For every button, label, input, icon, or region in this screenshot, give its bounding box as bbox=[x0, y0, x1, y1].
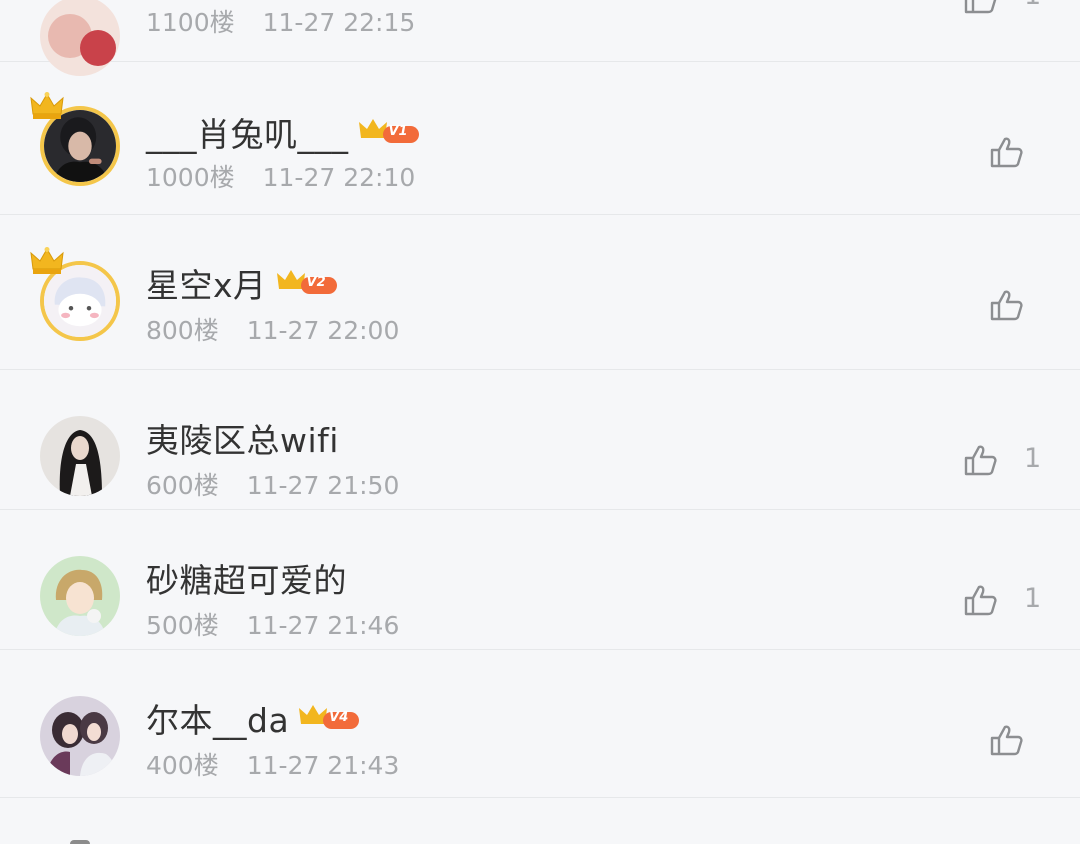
comment-row[interactable] bbox=[0, 798, 1080, 844]
avatar[interactable] bbox=[70, 840, 90, 844]
avatar[interactable] bbox=[40, 556, 124, 640]
comment-row[interactable]: 星空x月 V2 800楼 11-27 22:00 bbox=[0, 215, 1080, 370]
comment-row[interactable]: 尔本__da V4 400楼 11-27 21:43 bbox=[0, 650, 1080, 798]
comment-row[interactable]: 夷陵区总wifi 600楼 11-27 21:50 1 bbox=[0, 370, 1080, 510]
comment-meta: 400楼 11-27 21:43 bbox=[146, 746, 399, 782]
comment-meta: 600楼 11-27 21:50 bbox=[146, 466, 399, 502]
vip-level: V4 bbox=[329, 710, 349, 725]
thumbs-up-icon[interactable] bbox=[988, 287, 1024, 323]
comment-time: 11-27 21:46 bbox=[246, 611, 400, 640]
floor-number: 800楼 bbox=[146, 316, 219, 345]
comment-time: 11-27 21:43 bbox=[246, 751, 400, 780]
comment-meta: 1000楼 11-27 22:10 bbox=[146, 158, 415, 194]
username[interactable]: 星空x月 bbox=[146, 259, 267, 307]
vip-badge-icon: V4 bbox=[299, 704, 361, 732]
vip-level: V2 bbox=[306, 275, 326, 290]
like-count: 1 bbox=[1024, 443, 1042, 474]
comment-meta: 800楼 11-27 22:00 bbox=[146, 311, 399, 347]
floor-number: 1000楼 bbox=[146, 163, 235, 192]
avatar[interactable] bbox=[40, 696, 124, 780]
like-count: 1 bbox=[1024, 583, 1042, 614]
like-count: 1 bbox=[1024, 0, 1041, 11]
name-line: 砂糖超可爱的 bbox=[146, 556, 347, 600]
comment-row[interactable]: ___肖兔叽___ V1 1000楼 11-27 22:10 bbox=[0, 62, 1080, 215]
thumbs-up-icon[interactable] bbox=[962, 582, 998, 618]
comment-meta: 500楼 11-27 21:46 bbox=[146, 606, 399, 642]
crown-icon bbox=[30, 92, 64, 119]
username[interactable]: ___肖兔叽___ bbox=[146, 108, 349, 156]
name-line: 夷陵区总wifi bbox=[146, 416, 339, 460]
floor-number: 600楼 bbox=[146, 471, 219, 500]
comment-time: 11-27 22:15 bbox=[262, 8, 416, 37]
name-line: ___肖兔叽___ V1 bbox=[146, 110, 421, 154]
username[interactable]: 砂糖超可爱的 bbox=[146, 554, 347, 602]
floor-number: 500楼 bbox=[146, 611, 219, 640]
vip-badge-icon: V2 bbox=[276, 269, 339, 297]
name-line: 尔本__da V4 bbox=[146, 696, 361, 740]
avatar[interactable] bbox=[30, 92, 124, 190]
comment-list: 1100楼 11-27 22:15 1 bbox=[0, 0, 1080, 844]
vip-badge-icon: V1 bbox=[358, 118, 421, 146]
avatar[interactable] bbox=[30, 247, 124, 345]
comment-time: 11-27 22:10 bbox=[262, 163, 416, 192]
avatar[interactable] bbox=[40, 416, 124, 500]
vip-level: V1 bbox=[388, 124, 408, 139]
comment-row[interactable]: 1100楼 11-27 22:15 1 bbox=[0, 0, 1080, 76]
floor-number: 1100楼 bbox=[146, 8, 235, 37]
crown-icon bbox=[30, 247, 64, 274]
thumbs-up-icon[interactable] bbox=[988, 722, 1024, 758]
floor-number: 400楼 bbox=[146, 751, 219, 780]
thumbs-up-icon[interactable] bbox=[962, 0, 998, 16]
thumbs-up-icon[interactable] bbox=[988, 134, 1024, 170]
comment-time: 11-27 22:00 bbox=[246, 316, 400, 345]
comment-meta: 1100楼 11-27 22:15 bbox=[146, 3, 415, 39]
comment-row[interactable]: 砂糖超可爱的 500楼 11-27 21:46 1 bbox=[0, 510, 1080, 650]
comment-time: 11-27 21:50 bbox=[246, 471, 400, 500]
username[interactable]: 尔本__da bbox=[146, 694, 289, 742]
username[interactable]: 夷陵区总wifi bbox=[146, 414, 339, 462]
thumbs-up-icon[interactable] bbox=[962, 442, 998, 478]
name-line: 星空x月 V2 bbox=[146, 261, 339, 305]
